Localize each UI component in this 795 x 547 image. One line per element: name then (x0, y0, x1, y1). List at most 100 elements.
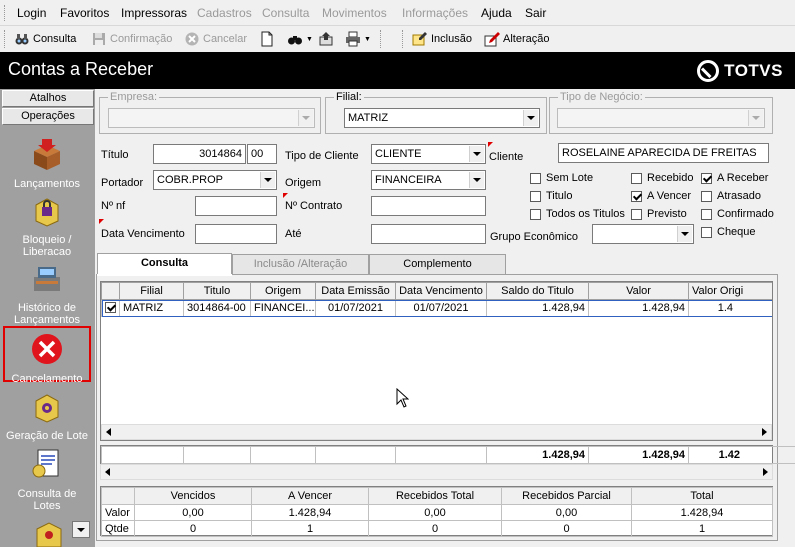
menu-consulta[interactable]: Consulta (262, 6, 309, 20)
totvs-logo-icon (697, 60, 720, 82)
grid-header-filial[interactable]: Filial (119, 282, 184, 300)
summary-row-label: Qtde (101, 520, 135, 537)
menu-ajuda[interactable]: Ajuda (481, 6, 512, 20)
menu-informacoes[interactable]: Informações (402, 6, 468, 20)
alteracao-button[interactable]: Alteração (484, 30, 549, 48)
cliente-input[interactable]: ROSELAINE APARECIDA DE FREITAS (558, 143, 769, 163)
inclusao-button[interactable]: Inclusão (412, 30, 472, 48)
confirmado-checkbox[interactable]: Confirmado (701, 208, 774, 220)
summary-row-valor: Valor 0,00 1.428,94 0,00 0,00 1.428,94 (101, 504, 773, 521)
empresa-select[interactable] (108, 108, 315, 128)
tipo-cliente-select[interactable]: CLIENTE (371, 144, 486, 164)
checkbox-box (530, 190, 541, 202)
sidebar-item-consulta-lotes[interactable]: Consulta de Lotes (3, 447, 91, 512)
grid-header-origem[interactable]: Origem (250, 282, 316, 300)
previsto-checkbox[interactable]: Previsto (631, 208, 687, 220)
checkbox-box (530, 208, 541, 220)
titulo-input[interactable]: 3014864 (153, 144, 246, 164)
recebido-checkbox[interactable]: Recebido (631, 172, 693, 184)
menu-login[interactable]: Login (17, 6, 46, 20)
summary-cell: 0,00 (501, 504, 632, 521)
table-row[interactable]: MATRIZ 3014864-00 FINANCEI... 01/07/2021… (101, 299, 772, 317)
portador-select[interactable]: COBR.PROP (153, 170, 277, 190)
sidebar-item-geracao-lote[interactable]: Geração de Lote (3, 389, 91, 442)
summary-cell: 0 (501, 520, 632, 537)
checkbox-box (530, 172, 541, 184)
grid-header-valor[interactable]: Valor (588, 282, 689, 300)
ate-input[interactable] (371, 224, 486, 244)
row-select-checkbox[interactable] (101, 299, 120, 317)
checkbox-box (631, 172, 642, 184)
grid-header-data-emissao[interactable]: Data Emissão (315, 282, 396, 300)
filial-value: MATRIZ (348, 112, 389, 124)
grid-header-saldo[interactable]: Saldo do Titulo (486, 282, 589, 300)
totals-horizontal-scrollbar[interactable] (100, 464, 773, 480)
sidebar-item-lancamentos[interactable]: Lançamentos (3, 137, 91, 190)
ncontrato-input[interactable] (371, 196, 486, 216)
results-grid[interactable]: Filial Titulo Origem Data Emissão Data V… (100, 281, 773, 441)
sidebar-scroll-down-button[interactable] (72, 521, 90, 538)
grid-header-valor-original[interactable]: Valor Origi (688, 282, 772, 300)
sidebar-item-bloqueio[interactable]: Bloqueio / Liberacao (3, 193, 91, 258)
grupo-economico-select[interactable] (592, 224, 694, 244)
required-marker (283, 193, 288, 198)
grid-horizontal-scrollbar[interactable] (101, 424, 772, 440)
portador-value: COBR.PROP (157, 174, 224, 186)
tipo-negocio-label: Tipo de Negócio: (558, 91, 645, 103)
toolbar-grip (4, 30, 7, 48)
scroll-left-icon (106, 428, 111, 436)
totals-table: 1.428,94 1.428,94 1.42 (101, 446, 795, 464)
register-icon (34, 267, 60, 291)
menu-cadastros[interactable]: Cadastros (197, 6, 252, 20)
sem-lote-checkbox[interactable]: Sem Lote (530, 172, 593, 184)
total-valor: 1.428,94 (588, 446, 689, 464)
confirmacao-button[interactable]: Confirmação (91, 30, 172, 48)
summary-header-total: Total (631, 487, 773, 505)
menu-favoritos[interactable]: Favoritos (60, 6, 109, 20)
gear-box-icon (35, 394, 59, 423)
parcela-input[interactable]: 00 (247, 144, 277, 164)
print-button[interactable]: ▼ (345, 30, 371, 48)
sidebar-item-historico[interactable]: Histórico de Lançamentos (3, 261, 91, 326)
data-vencimento-input[interactable] (195, 224, 277, 244)
search-button[interactable]: ▼ (287, 30, 313, 48)
grid-header-data-vencimento[interactable]: Data Vencimento (395, 282, 487, 300)
grid-header-select[interactable] (101, 282, 120, 300)
a-vencer-checkbox[interactable]: A Vencer (631, 190, 691, 202)
export-button[interactable] (318, 30, 337, 48)
checkbox-box (631, 208, 642, 220)
filial-select[interactable]: MATRIZ (344, 108, 540, 128)
grid-header-titulo[interactable]: Titulo (183, 282, 251, 300)
sidebar-item-cancelamento[interactable]: Cancelamento (3, 332, 91, 385)
menu-sair[interactable]: Sair (525, 6, 546, 20)
menu-movimentos[interactable]: Movimentos (322, 6, 387, 20)
consulta-button[interactable]: Consulta (14, 30, 76, 48)
summary-header-vencidos: Vencidos (134, 487, 252, 505)
tipo-negocio-select[interactable] (557, 108, 765, 128)
titulo-checkbox[interactable]: Titulo (530, 190, 573, 202)
sidebar-item-label: Lançamentos (13, 178, 81, 190)
tab-inclusao-alteracao[interactable]: Inclusão /Alteração (232, 254, 369, 274)
nnf-input[interactable] (195, 196, 277, 216)
a-receber-checkbox[interactable]: A Receber (701, 172, 768, 184)
sidebar-item-label: Histórico de Lançamentos (13, 302, 81, 326)
cheque-checkbox[interactable]: Cheque (701, 226, 756, 238)
active-tab-joint (97, 274, 232, 276)
checkbox-box (701, 208, 712, 220)
add-record-icon (412, 32, 427, 46)
todos-titulos-checkbox[interactable]: Todos os Titulos (530, 208, 625, 220)
summary-cell: 0,00 (134, 504, 252, 521)
origem-select[interactable]: FINANCEIRA (371, 170, 486, 190)
cliente-label: Cliente (489, 151, 524, 163)
tab-operacoes[interactable]: Operações (2, 108, 94, 125)
tab-complemento[interactable]: Complemento (369, 254, 506, 274)
confirmacao-label: Confirmação (110, 33, 173, 45)
atrasado-checkbox[interactable]: Atrasado (701, 190, 761, 202)
titulo-label: Título (101, 149, 129, 161)
cancelar-button[interactable]: Cancelar (184, 30, 247, 48)
tab-atalhos[interactable]: Atalhos (2, 90, 94, 107)
new-document-button[interactable] (259, 30, 278, 48)
cell-origem: FINANCEI... (250, 299, 316, 317)
tab-consulta[interactable]: Consulta (97, 253, 232, 275)
menu-impressoras[interactable]: Impressoras (121, 6, 187, 20)
